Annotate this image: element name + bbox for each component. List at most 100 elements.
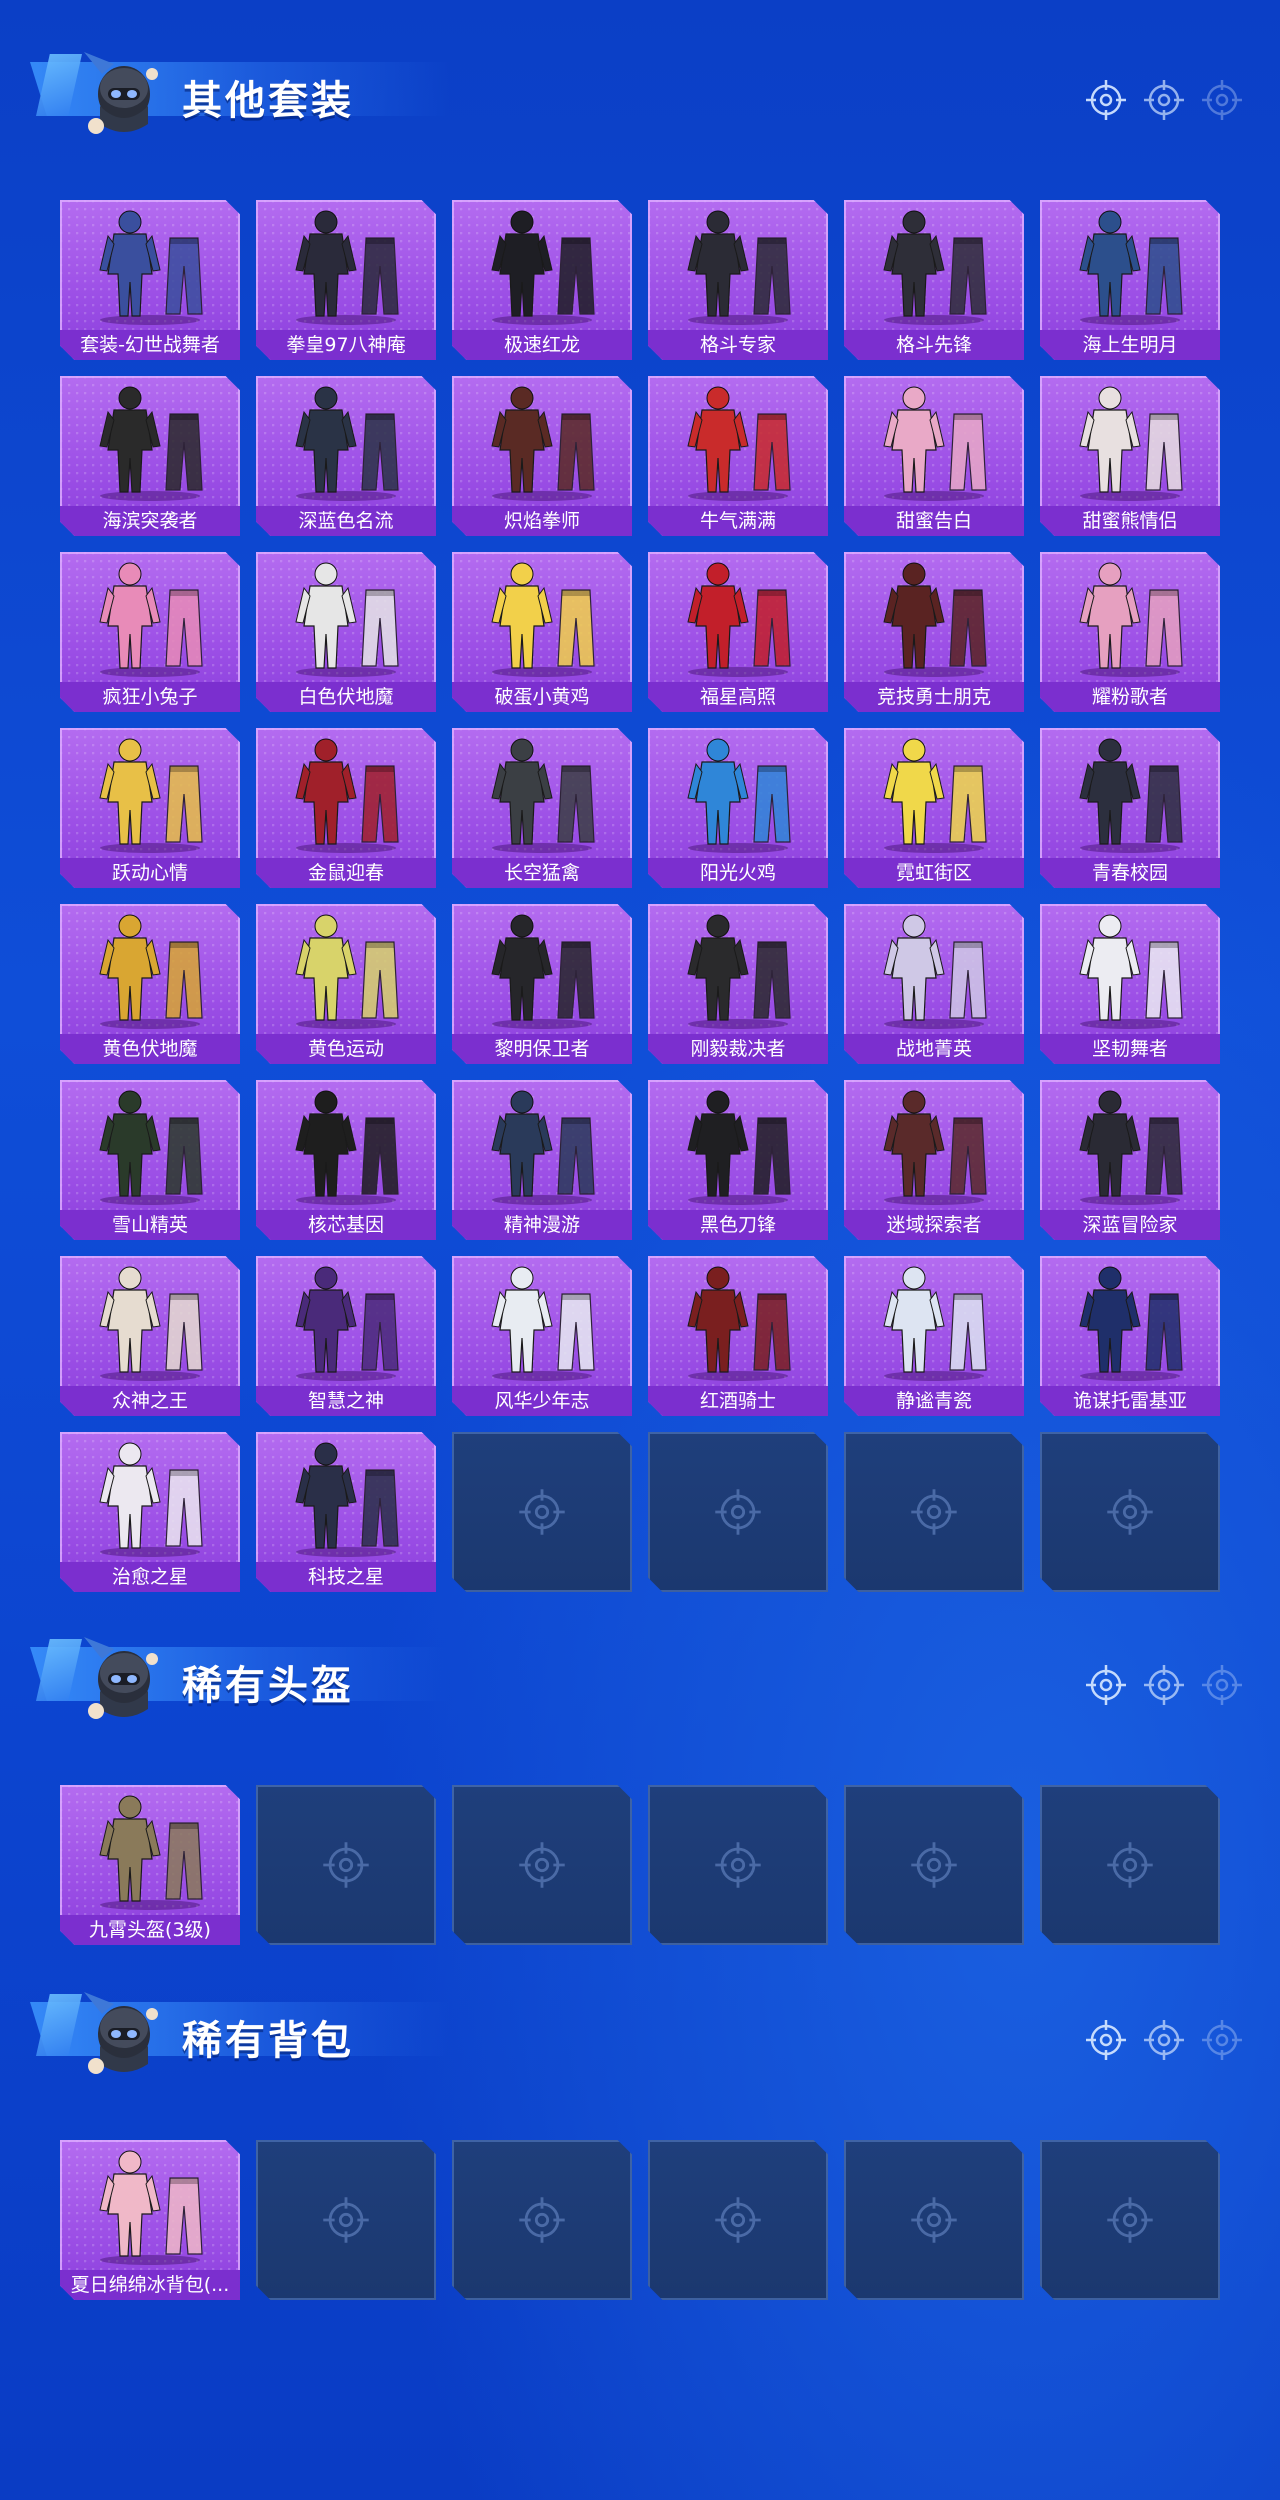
item-name: 诡谋托雷基亚	[1040, 1386, 1220, 1416]
item-card[interactable]: 战地菁英	[844, 904, 1024, 1064]
item-name: 迷域探索者	[844, 1210, 1024, 1240]
item-image	[472, 1260, 612, 1382]
item-image	[668, 908, 808, 1030]
item-card[interactable]: 精神漫游	[452, 1080, 632, 1240]
item-image	[1060, 732, 1200, 854]
item-card[interactable]: 破蛋小黄鸡	[452, 552, 632, 712]
item-card[interactable]: 长空猛禽	[452, 728, 632, 888]
item-name: 风华少年志	[452, 1386, 632, 1416]
empty-slot	[844, 2140, 1024, 2300]
item-image	[276, 380, 416, 502]
section-header: 其他套装	[30, 40, 450, 140]
item-card[interactable]: 黑色刀锋	[648, 1080, 828, 1240]
item-name: 战地菁英	[844, 1034, 1024, 1064]
crosshair-icon	[517, 2195, 567, 2245]
item-name: 深蓝色名流	[256, 506, 436, 536]
item-image	[472, 204, 612, 326]
empty-slot	[1040, 1432, 1220, 1592]
crosshair-icon	[713, 1487, 763, 1537]
item-card[interactable]: 格斗先锋	[844, 200, 1024, 360]
item-image	[668, 380, 808, 502]
item-card[interactable]: 红酒骑士	[648, 1256, 828, 1416]
item-card[interactable]: 套装-幻世战舞者	[60, 200, 240, 360]
item-card[interactable]: 白色伏地魔	[256, 552, 436, 712]
item-image	[668, 556, 808, 678]
item-image	[276, 1084, 416, 1206]
crosshair-icon	[1084, 2018, 1128, 2062]
item-card[interactable]: 跃动心情	[60, 728, 240, 888]
item-card[interactable]: 深蓝色名流	[256, 376, 436, 536]
item-card[interactable]: 甜蜜熊情侣	[1040, 376, 1220, 536]
item-image	[80, 2144, 220, 2266]
item-image	[80, 204, 220, 326]
item-card[interactable]: 静谧青瓷	[844, 1256, 1024, 1416]
crosshair-icon	[1200, 1663, 1244, 1707]
item-image	[276, 556, 416, 678]
section-title: 稀有头盔	[182, 1663, 354, 1709]
item-name: 雪山精英	[60, 1210, 240, 1240]
item-card[interactable]: 夏日绵绵冰背包(...	[60, 2140, 240, 2300]
item-card[interactable]: 极速红龙	[452, 200, 632, 360]
item-card[interactable]: 耀粉歌者	[1040, 552, 1220, 712]
item-name: 破蛋小黄鸡	[452, 682, 632, 712]
item-card[interactable]: 甜蜜告白	[844, 376, 1024, 536]
item-card[interactable]: 竞技勇士朋克	[844, 552, 1024, 712]
item-card[interactable]: 福星高照	[648, 552, 828, 712]
item-card[interactable]: 疯狂小兔子	[60, 552, 240, 712]
section-header: 稀有背包	[30, 1980, 450, 2080]
crosshair-icon	[517, 1840, 567, 1890]
item-card[interactable]: 诡谋托雷基亚	[1040, 1256, 1220, 1416]
item-card[interactable]: 黄色运动	[256, 904, 436, 1064]
item-name: 甜蜜告白	[844, 506, 1024, 536]
item-image	[864, 1260, 1004, 1382]
item-image	[668, 732, 808, 854]
item-card[interactable]: 格斗专家	[648, 200, 828, 360]
item-name: 耀粉歌者	[1040, 682, 1220, 712]
item-card[interactable]: 霓虹街区	[844, 728, 1024, 888]
item-card[interactable]: 黎明保卫者	[452, 904, 632, 1064]
item-name: 治愈之星	[60, 1562, 240, 1592]
section-title: 稀有背包	[182, 2018, 354, 2064]
item-card[interactable]: 九霄头盔(3级)	[60, 1785, 240, 1945]
crosshair-icon	[1200, 78, 1244, 122]
item-card[interactable]: 迷域探索者	[844, 1080, 1024, 1240]
item-image	[864, 732, 1004, 854]
item-name: 静谧青瓷	[844, 1386, 1024, 1416]
item-image	[864, 1084, 1004, 1206]
item-image	[80, 1260, 220, 1382]
item-card[interactable]: 阳光火鸡	[648, 728, 828, 888]
crosshair-icon	[909, 2195, 959, 2245]
crosshair-icon	[1084, 1663, 1128, 1707]
item-image	[1060, 556, 1200, 678]
item-card[interactable]: 海滨突袭者	[60, 376, 240, 536]
item-card[interactable]: 刚毅裁决者	[648, 904, 828, 1064]
empty-slot	[1040, 2140, 1220, 2300]
item-card[interactable]: 牛气满满	[648, 376, 828, 536]
item-card[interactable]: 治愈之星	[60, 1432, 240, 1592]
item-name: 霓虹街区	[844, 858, 1024, 888]
item-card[interactable]: 核芯基因	[256, 1080, 436, 1240]
item-card[interactable]: 金鼠迎春	[256, 728, 436, 888]
item-name: 深蓝冒险家	[1040, 1210, 1220, 1240]
item-name: 九霄头盔(3级)	[60, 1915, 240, 1945]
item-card[interactable]: 炽焰拳师	[452, 376, 632, 536]
empty-slot	[1040, 1785, 1220, 1945]
item-card[interactable]: 黄色伏地魔	[60, 904, 240, 1064]
item-image	[1060, 1084, 1200, 1206]
item-image	[1060, 380, 1200, 502]
item-card[interactable]: 科技之星	[256, 1432, 436, 1592]
item-card[interactable]: 坚韧舞者	[1040, 904, 1220, 1064]
item-card[interactable]: 雪山精英	[60, 1080, 240, 1240]
item-card[interactable]: 智慧之神	[256, 1256, 436, 1416]
item-card[interactable]: 拳皇97八神庵	[256, 200, 436, 360]
item-card[interactable]: 深蓝冒险家	[1040, 1080, 1220, 1240]
item-grid: 九霄头盔(3级)	[60, 1785, 1220, 1945]
helmet-mascot-icon	[70, 1629, 170, 1725]
item-card[interactable]: 众神之王	[60, 1256, 240, 1416]
item-image	[864, 380, 1004, 502]
item-card[interactable]: 青春校园	[1040, 728, 1220, 888]
item-card[interactable]: 海上生明月	[1040, 200, 1220, 360]
item-image	[80, 1789, 220, 1911]
item-name: 甜蜜熊情侣	[1040, 506, 1220, 536]
item-card[interactable]: 风华少年志	[452, 1256, 632, 1416]
